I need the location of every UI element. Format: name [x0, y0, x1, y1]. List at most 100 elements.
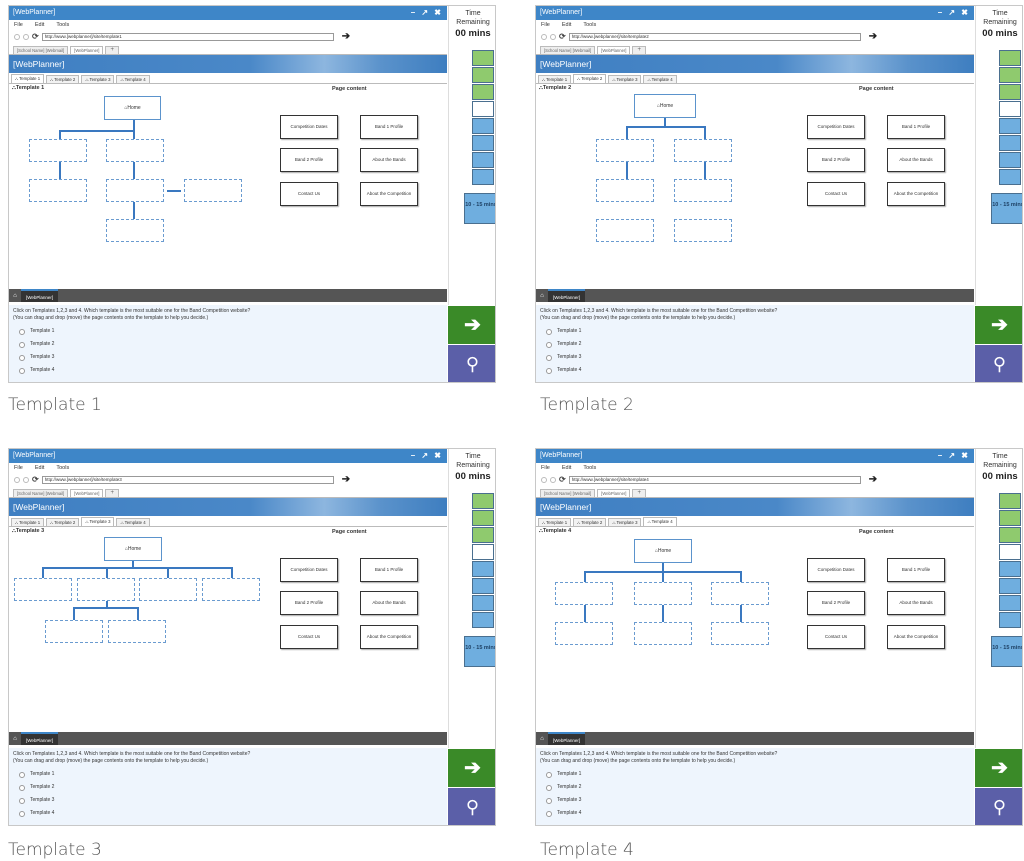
tab-template-4[interactable]: ⛬ Template 4	[116, 75, 150, 83]
drop-slot[interactable]	[634, 622, 692, 645]
browser-tab-2[interactable]: [WebPlanner]	[70, 46, 104, 54]
tab-template-1[interactable]: ⛬ Template 1	[538, 518, 572, 526]
menu-item-tools[interactable]: Tools	[583, 465, 596, 471]
page-content-card[interactable]: Band 1 Profile	[887, 115, 945, 139]
radio-button[interactable]	[19, 367, 25, 374]
back-icon[interactable]	[14, 33, 20, 40]
forward-icon[interactable]	[550, 476, 556, 483]
page-content-card[interactable]: Band 2 Profile	[807, 591, 865, 615]
browser-tab-1[interactable]: [School Name] [Webmail]	[540, 489, 596, 497]
go-arrow-icon[interactable]: ➔	[869, 474, 877, 485]
drop-slot[interactable]	[184, 179, 242, 202]
refresh-icon[interactable]: ⟳	[32, 32, 39, 41]
page-content-card[interactable]: Band 1 Profile	[887, 558, 945, 582]
page-content-card[interactable]: Band 1 Profile	[360, 558, 418, 582]
next-button[interactable]: ➔	[975, 749, 1022, 787]
radio-button[interactable]	[19, 341, 25, 348]
browser-tab-3[interactable]: +	[632, 46, 646, 54]
taskbar-item-webplanner[interactable]: [WebPlanner]	[21, 289, 59, 302]
menu-item-edit[interactable]: Edit	[35, 22, 44, 28]
radio-button[interactable]	[546, 328, 552, 335]
page-content-card[interactable]: About the Bands	[360, 148, 418, 172]
option-template-4[interactable]: Template 4	[13, 810, 443, 817]
menu-item-file[interactable]: File	[541, 22, 550, 28]
menu-item-tools[interactable]: Tools	[583, 22, 596, 28]
option-template-1[interactable]: Template 1	[13, 328, 443, 335]
drop-slot[interactable]	[674, 139, 732, 162]
menu-item-tools[interactable]: Tools	[56, 22, 69, 28]
drop-slot[interactable]	[106, 219, 164, 242]
next-button[interactable]: ➔	[448, 749, 495, 787]
drop-slot[interactable]	[29, 139, 87, 162]
back-icon[interactable]	[14, 476, 20, 483]
drop-slot[interactable]	[555, 582, 613, 605]
menu-item-edit[interactable]: Edit	[562, 465, 571, 471]
next-button[interactable]: ➔	[448, 306, 495, 344]
option-template-2[interactable]: Template 2	[540, 784, 970, 791]
go-arrow-icon[interactable]: ➔	[342, 474, 350, 485]
page-content-card[interactable]: Contact Us	[807, 625, 865, 649]
go-arrow-icon[interactable]: ➔	[869, 31, 877, 42]
radio-button[interactable]	[546, 784, 552, 791]
tab-template-2[interactable]: ⛬ Template 2	[46, 518, 80, 526]
home-icon[interactable]: ⌂	[536, 736, 548, 742]
option-template-4[interactable]: Template 4	[540, 810, 970, 817]
radio-button[interactable]	[19, 797, 25, 804]
page-content-card[interactable]: Band 1 Profile	[360, 115, 418, 139]
tab-template-3[interactable]: ⛬ Template 3	[608, 518, 642, 526]
search-button[interactable]: ⚲	[975, 345, 1022, 382]
menu-item-edit[interactable]: Edit	[35, 465, 44, 471]
window-controls[interactable]: – ↗ ✖	[938, 6, 970, 20]
page-content-card[interactable]: Competition Dates	[807, 115, 865, 139]
page-content-card[interactable]: Band 2 Profile	[280, 591, 338, 615]
back-icon[interactable]	[541, 476, 547, 483]
drop-slot[interactable]	[634, 582, 692, 605]
option-template-1[interactable]: Template 1	[540, 328, 970, 335]
page-content-card[interactable]: Band 2 Profile	[807, 148, 865, 172]
radio-button[interactable]	[546, 797, 552, 804]
option-template-2[interactable]: Template 2	[13, 784, 443, 791]
drop-slot[interactable]	[596, 219, 654, 242]
page-content-card[interactable]: Competition Dates	[280, 558, 338, 582]
url-input[interactable]: http://www.[webplanner]/site/template1	[41, 32, 334, 41]
refresh-icon[interactable]: ⟳	[559, 32, 566, 41]
option-template-3[interactable]: Template 3	[13, 354, 443, 361]
option-template-3[interactable]: Template 3	[540, 354, 970, 361]
page-content-card[interactable]: About the Competition	[360, 182, 418, 206]
tab-template-1[interactable]: ⛬ Template 1	[11, 518, 45, 526]
refresh-icon[interactable]: ⟳	[32, 475, 39, 484]
drop-slot[interactable]	[108, 620, 166, 643]
browser-tab-3[interactable]: +	[105, 46, 119, 54]
drop-slot[interactable]	[29, 179, 87, 202]
drop-slot[interactable]	[674, 179, 732, 202]
drop-slot[interactable]	[106, 179, 164, 202]
tab-template-4[interactable]: ⛬ Template 4	[643, 517, 677, 526]
page-content-card[interactable]: Competition Dates	[280, 115, 338, 139]
drop-slot[interactable]	[596, 179, 654, 202]
drop-slot[interactable]	[711, 582, 769, 605]
window-controls[interactable]: – ↗ ✖	[411, 449, 443, 463]
page-content-card[interactable]: About the Competition	[887, 182, 945, 206]
option-template-3[interactable]: Template 3	[540, 797, 970, 804]
tab-template-1[interactable]: ⛬ Template 1	[11, 74, 45, 83]
browser-tab-1[interactable]: [School Name] [Webmail]	[540, 46, 596, 54]
radio-button[interactable]	[546, 810, 552, 817]
next-button[interactable]: ➔	[975, 306, 1022, 344]
url-input[interactable]: http://www.[webplanner]/site/template3	[41, 475, 334, 484]
taskbar-item-webplanner[interactable]: [WebPlanner]	[21, 732, 59, 745]
radio-button[interactable]	[19, 771, 25, 778]
menu-item-edit[interactable]: Edit	[562, 22, 571, 28]
forward-icon[interactable]	[23, 33, 29, 40]
url-input[interactable]: http://www.[webplanner]/site/template4	[568, 475, 861, 484]
refresh-icon[interactable]: ⟳	[559, 475, 566, 484]
menu-item-file[interactable]: File	[14, 465, 23, 471]
go-arrow-icon[interactable]: ➔	[342, 31, 350, 42]
tab-template-4[interactable]: ⛬ Template 4	[116, 518, 150, 526]
drop-slot[interactable]	[202, 578, 260, 601]
browser-tab-2[interactable]: [WebPlanner]	[597, 46, 631, 54]
radio-button[interactable]	[546, 341, 552, 348]
taskbar-item-webplanner[interactable]: [WebPlanner]	[548, 732, 586, 745]
page-content-card[interactable]: Contact Us	[280, 182, 338, 206]
radio-button[interactable]	[19, 784, 25, 791]
home-icon[interactable]: ⌂	[9, 736, 21, 742]
